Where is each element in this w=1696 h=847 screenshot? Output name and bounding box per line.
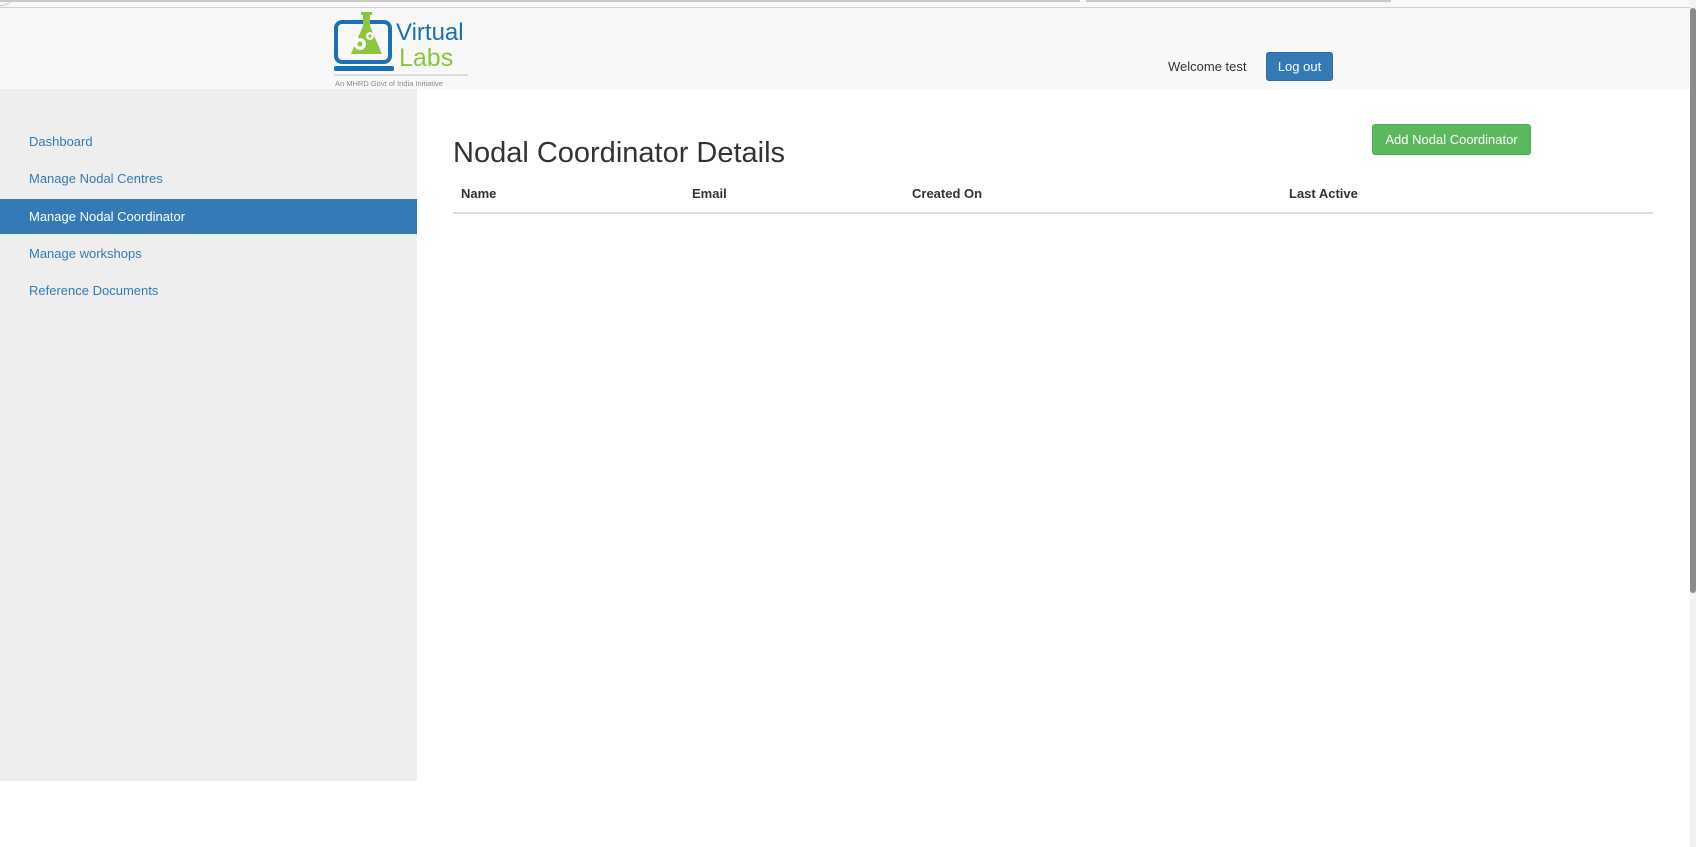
column-header-created-on[interactable]: Created On bbox=[912, 184, 982, 204]
sidebar-item-manage-nodal-centres[interactable]: Manage Nodal Centres bbox=[0, 161, 417, 196]
table-header: Name Email Created On Last Active bbox=[453, 184, 1653, 214]
svg-text:Virtual: Virtual bbox=[396, 19, 464, 46]
column-header-name[interactable]: Name bbox=[461, 184, 496, 204]
column-header-email[interactable]: Email bbox=[692, 184, 727, 204]
sidebar-item-reference-documents[interactable]: Reference Documents bbox=[0, 273, 417, 308]
browser-tab-line bbox=[0, 0, 1080, 2]
virtual-labs-logo[interactable]: Virtual Labs An MHRD Govt of India Initi… bbox=[334, 12, 468, 88]
logo-tagline: An MHRD Govt of India Initiative bbox=[335, 79, 443, 88]
browser-tab-line bbox=[1086, 0, 1391, 2]
sidebar-item-manage-workshops[interactable]: Manage workshops bbox=[0, 236, 417, 271]
welcome-text: Welcome test bbox=[1168, 59, 1247, 74]
scrollbar-thumb[interactable] bbox=[1690, 8, 1696, 593]
sidebar-item-manage-nodal-coordinator[interactable]: Manage Nodal Coordinator bbox=[0, 199, 417, 234]
sidebar-item-dashboard[interactable]: Dashboard bbox=[0, 124, 417, 159]
svg-text:Labs: Labs bbox=[399, 44, 453, 72]
page-title: Nodal Coordinator Details bbox=[453, 137, 786, 169]
page-scrollbar[interactable] bbox=[1690, 0, 1696, 847]
main-content: Add Nodal Coordinator Nodal Coordinator … bbox=[417, 89, 1690, 847]
logo-mark: Virtual Labs bbox=[334, 12, 468, 76]
site-header: Virtual Labs An MHRD Govt of India Initi… bbox=[0, 8, 1690, 89]
add-nodal-coordinator-button[interactable]: Add Nodal Coordinator bbox=[1372, 124, 1531, 155]
logout-button[interactable]: Log out bbox=[1266, 52, 1333, 81]
sidebar: Dashboard Manage Nodal Centres Manage No… bbox=[0, 89, 417, 781]
browser-top-strip bbox=[0, 0, 1690, 8]
column-header-last-active[interactable]: Last Active bbox=[1289, 184, 1358, 204]
